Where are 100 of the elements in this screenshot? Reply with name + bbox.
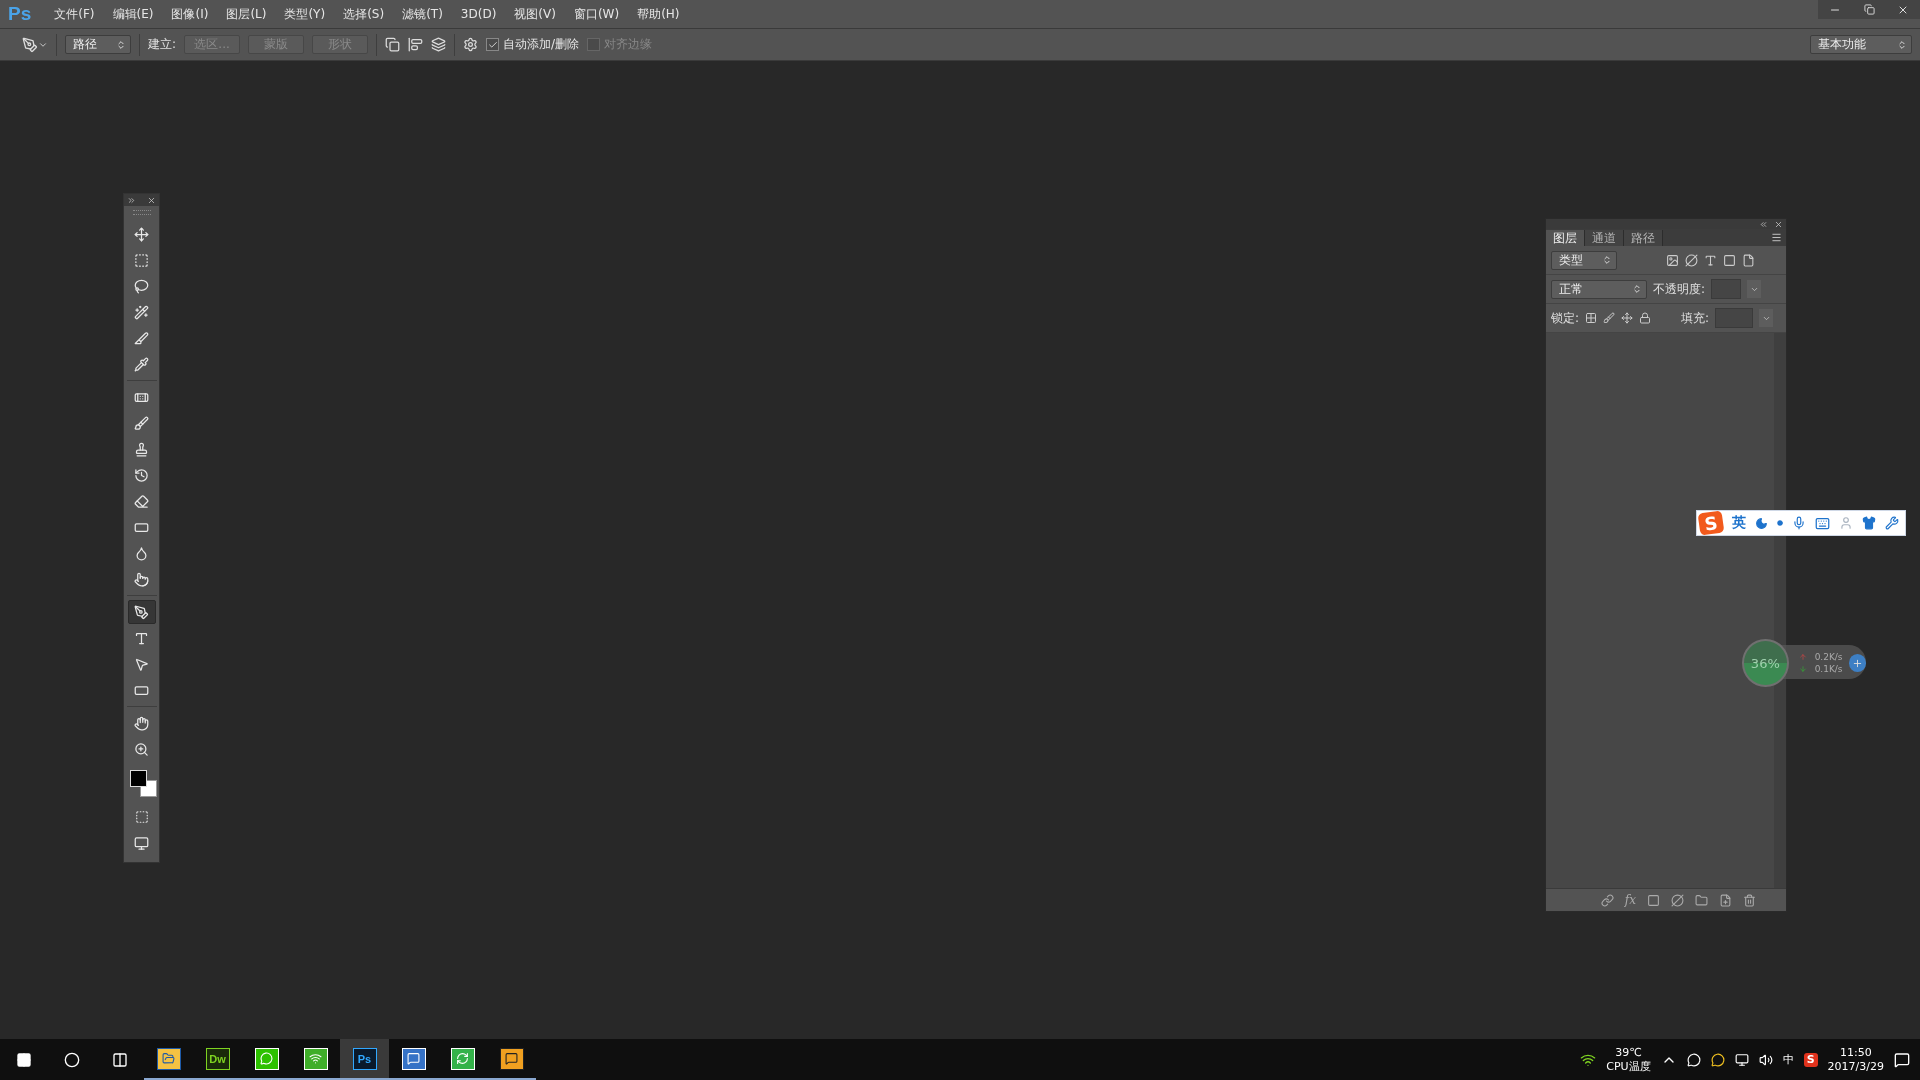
taskbar-app[interactable]: Dw bbox=[193, 1039, 242, 1080]
menu-item[interactable]: 窗口(W) bbox=[564, 5, 629, 23]
plus-icon bbox=[1851, 657, 1863, 669]
trash-icon[interactable] bbox=[1743, 893, 1756, 907]
image-filter-icon[interactable] bbox=[1666, 253, 1679, 267]
lock-icon[interactable] bbox=[1639, 312, 1652, 324]
filter-select[interactable]: 类型 bbox=[1551, 250, 1617, 270]
network-icon[interactable] bbox=[1734, 1052, 1749, 1067]
cpu-temperature: 39℃ CPU温度 bbox=[1606, 1045, 1651, 1074]
pen-preset-icon[interactable] bbox=[22, 36, 48, 53]
up-arrow-icon bbox=[1798, 653, 1807, 661]
app-icon bbox=[303, 1047, 328, 1070]
eyedropper-icon bbox=[134, 356, 149, 372]
lock-pixels-icon[interactable] bbox=[1585, 312, 1598, 324]
opacity-label: 不透明度: bbox=[1653, 280, 1706, 298]
menu-item[interactable]: 选择(S) bbox=[334, 5, 394, 23]
ime-logo: S bbox=[1697, 510, 1725, 536]
move-icon bbox=[134, 226, 149, 242]
make-label: 建立: bbox=[148, 36, 177, 53]
menu-item[interactable]: 图像(I) bbox=[162, 5, 218, 23]
mask-icon[interactable] bbox=[1647, 893, 1660, 907]
wrench-icon[interactable] bbox=[1885, 516, 1899, 530]
preset-select[interactable]: 路径 bbox=[65, 35, 131, 54]
opacity-field[interactable] bbox=[1711, 279, 1742, 299]
menu-item[interactable]: 3D(D) bbox=[451, 7, 506, 21]
path-arrange-icon[interactable] bbox=[431, 37, 447, 52]
notification-icon[interactable] bbox=[1894, 1051, 1910, 1068]
close-icon[interactable] bbox=[1774, 219, 1783, 229]
upload-speed: 0.2K/s bbox=[1814, 652, 1843, 662]
collapse-icon[interactable] bbox=[1759, 219, 1768, 229]
adjustment-icon[interactable] bbox=[1671, 893, 1684, 907]
type-filter-icon[interactable] bbox=[1704, 253, 1717, 267]
screen-mode-icon[interactable] bbox=[134, 835, 149, 851]
check-icon bbox=[487, 39, 498, 50]
path-operations-icon[interactable] bbox=[385, 37, 401, 52]
pen-icon bbox=[134, 604, 149, 620]
updown-icon bbox=[1897, 39, 1907, 50]
fill-field[interactable] bbox=[1715, 308, 1754, 328]
menu-icon[interactable] bbox=[1771, 232, 1782, 243]
menu-item[interactable]: 帮助(H) bbox=[628, 5, 689, 23]
color-swatches[interactable] bbox=[127, 768, 156, 798]
workspace-select[interactable]: 基本功能 bbox=[1810, 35, 1912, 54]
microphone-icon[interactable] bbox=[1792, 516, 1806, 530]
panel-tab[interactable]: 图层 bbox=[1546, 230, 1585, 246]
lock-position-icon[interactable] bbox=[1621, 312, 1634, 324]
download-speed: 0.1K/s bbox=[1814, 664, 1843, 674]
app-icon bbox=[156, 1047, 181, 1070]
ime-tray-logo[interactable]: S bbox=[1803, 1052, 1818, 1067]
magic-wand-icon bbox=[134, 304, 149, 320]
menu-item[interactable]: 图层(L) bbox=[217, 5, 276, 23]
hand-icon bbox=[134, 715, 149, 731]
taskbar-app[interactable]: Ps bbox=[340, 1039, 389, 1080]
menu-item[interactable]: 视图(V) bbox=[505, 5, 565, 23]
fill-label: 填充: bbox=[1681, 309, 1710, 327]
punctuation-icon[interactable] bbox=[1777, 520, 1783, 526]
checkbox-label: 自动添加/删除 bbox=[503, 36, 580, 53]
finger-icon bbox=[134, 571, 149, 587]
close-icon[interactable] bbox=[147, 195, 156, 205]
input-language[interactable]: 中 bbox=[1782, 1052, 1794, 1067]
panel-tab[interactable]: 路径 bbox=[1624, 230, 1663, 246]
ime-mode[interactable]: 英 bbox=[1732, 514, 1746, 532]
stamp-icon bbox=[134, 441, 149, 457]
collapse-icon[interactable] bbox=[127, 195, 136, 205]
link-icon[interactable] bbox=[1600, 893, 1614, 907]
brush-icon bbox=[134, 415, 149, 431]
quick-mask-icon[interactable] bbox=[134, 810, 149, 824]
keyboard-icon[interactable] bbox=[1815, 515, 1830, 531]
clock[interactable]: 11:50 2017/3/29 bbox=[1827, 1045, 1884, 1074]
chat-icon[interactable] bbox=[1710, 1052, 1725, 1067]
menu-item[interactable]: 文件(F) bbox=[45, 5, 104, 23]
panel-tab[interactable]: 通道 bbox=[1585, 230, 1624, 246]
adjustment-filter-icon[interactable] bbox=[1685, 253, 1698, 267]
new-layer-icon[interactable] bbox=[1719, 893, 1732, 907]
pen-tool[interactable] bbox=[127, 600, 156, 624]
volume-icon[interactable] bbox=[1758, 1052, 1773, 1067]
menu-item[interactable]: 编辑(E) bbox=[103, 5, 163, 23]
blend-mode-select[interactable]: 正常 bbox=[1551, 279, 1647, 299]
app-icon bbox=[401, 1047, 426, 1070]
restore-icon[interactable] bbox=[1863, 4, 1875, 15]
down-arrow-icon bbox=[1798, 665, 1807, 673]
menu-item[interactable]: 类型(Y) bbox=[275, 5, 335, 23]
path-alignment-icon[interactable] bbox=[408, 37, 424, 52]
arrow-icon bbox=[134, 656, 149, 672]
lock-paint-icon[interactable] bbox=[1603, 312, 1616, 324]
shape-filter-icon[interactable] bbox=[1723, 253, 1736, 267]
zoom-icon bbox=[134, 741, 149, 757]
updown-icon bbox=[1632, 284, 1642, 294]
layer-style-button[interactable]: fx bbox=[1624, 893, 1636, 907]
shirt-icon[interactable] bbox=[1862, 516, 1876, 530]
task-view-icon[interactable] bbox=[112, 1051, 128, 1068]
folder-icon[interactable] bbox=[1695, 893, 1708, 907]
moon-icon[interactable] bbox=[1755, 516, 1768, 530]
updown-icon bbox=[116, 39, 126, 50]
search-icon[interactable] bbox=[64, 1051, 80, 1068]
smart-object-filter-icon[interactable] bbox=[1742, 253, 1755, 267]
app-icon bbox=[499, 1047, 524, 1070]
settings-icon[interactable] bbox=[463, 37, 479, 52]
checkbox[interactable] bbox=[486, 38, 500, 51]
option-checkbox[interactable]: 自动添加/删除 bbox=[486, 36, 580, 53]
menu-item[interactable]: 滤镜(T) bbox=[393, 5, 452, 23]
